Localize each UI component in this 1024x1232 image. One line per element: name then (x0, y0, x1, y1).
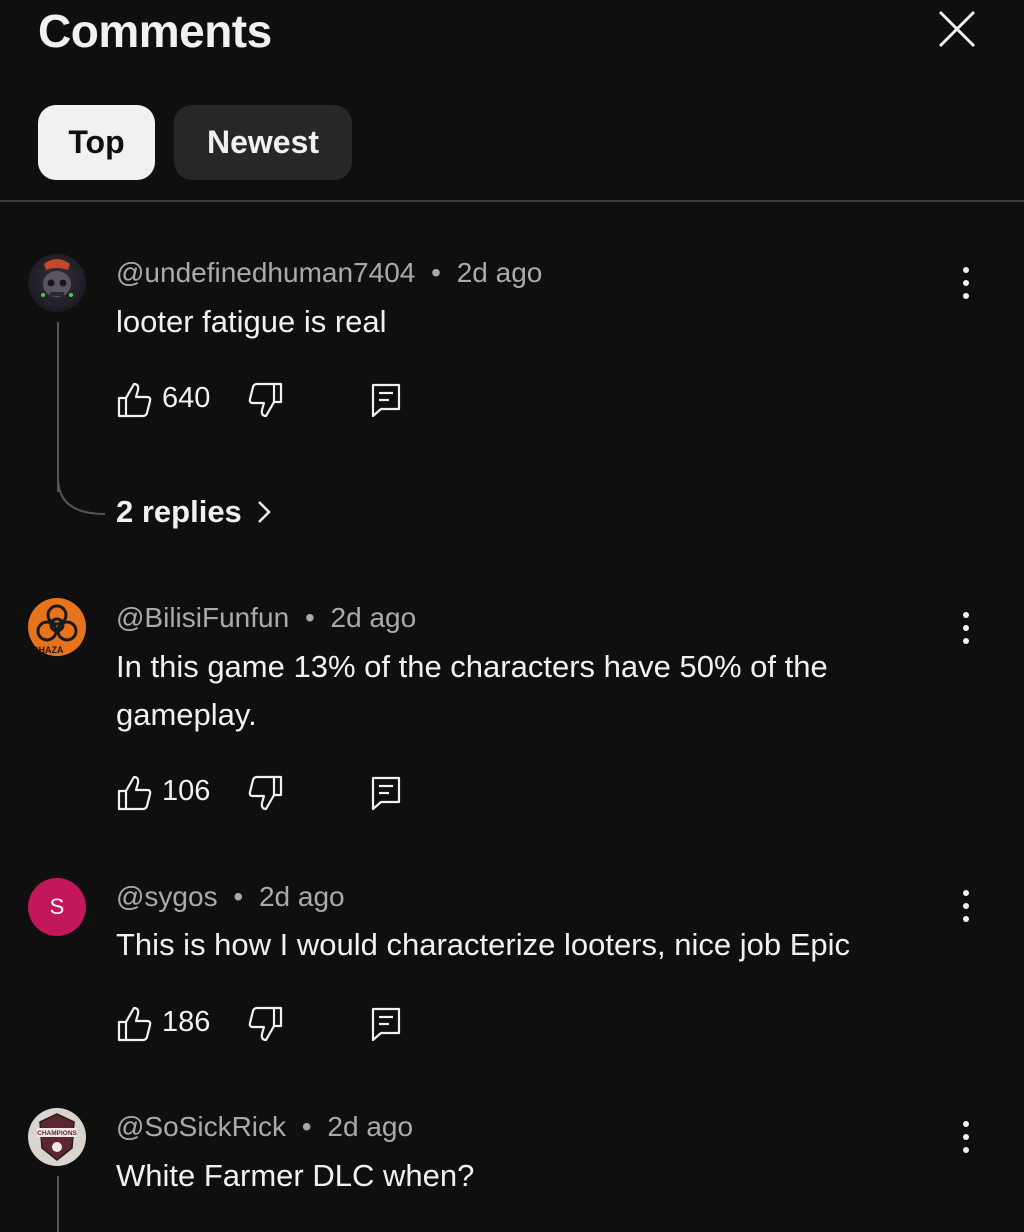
chevron-right-icon (257, 501, 271, 523)
comment-text: White Farmer DLC when? (116, 1158, 475, 1193)
comment-author[interactable]: @BilisiFunfun (116, 602, 289, 633)
avatar[interactable]: S (28, 878, 86, 936)
more-options-icon[interactable] (950, 609, 982, 649)
close-icon[interactable] (934, 6, 980, 52)
avatar-badge-text: BHAZA (32, 645, 64, 655)
avatar-letter: S (49, 894, 65, 919)
reply-icon[interactable] (370, 1004, 402, 1044)
comment-text: This is how I would characterize looters… (116, 927, 850, 962)
like-count: 106 (162, 775, 211, 807)
champions-badge-avatar-icon: CHAMPIONS (37, 1113, 78, 1161)
comment-author[interactable]: @undefinedhuman7404 (116, 257, 415, 288)
reply-icon[interactable] (370, 773, 402, 813)
skull-avatar-icon (41, 259, 73, 306)
reply-thread-line (57, 1176, 59, 1232)
more-options-icon[interactable] (950, 1118, 982, 1158)
thumbs-down-icon[interactable] (248, 380, 284, 420)
thumbs-up-icon[interactable] (116, 1004, 152, 1044)
avatar[interactable]: BHAZA (28, 598, 86, 656)
comment-meta: @undefinedhuman7404 • 2d ago (116, 257, 543, 288)
avatar[interactable]: CHAMPIONS (28, 1108, 86, 1166)
comments-header: Comments Top Newest (0, 0, 1024, 200)
comment-author[interactable]: @sygos (116, 881, 218, 912)
comment-text: In this game 13% of the characters have … (116, 649, 828, 732)
comment-meta: @sygos • 2d ago (116, 881, 345, 912)
comment-text: looter fatigue is real (116, 304, 387, 339)
more-options-icon[interactable] (950, 264, 982, 304)
comment-time: 2d ago (456, 257, 543, 288)
comment-time: 2d ago (327, 1111, 414, 1142)
thumbs-down-icon[interactable] (248, 773, 284, 813)
comment-actions: 106 (116, 773, 416, 813)
divider (0, 200, 1024, 202)
thread-curve (57, 478, 106, 515)
comment-time: 2d ago (258, 881, 345, 912)
panel-title: Comments (38, 5, 272, 57)
tab-newest[interactable]: Newest (174, 105, 352, 180)
biohazard-avatar-icon: BHAZA (28, 604, 86, 656)
comment-meta: @SoSickRick • 2d ago (116, 1111, 414, 1142)
like-count: 640 (162, 382, 211, 414)
comment-meta: @BilisiFunfun • 2d ago (116, 602, 417, 633)
more-options-icon[interactable] (950, 887, 982, 927)
avatar-badge-text: CHAMPIONS (37, 1130, 77, 1137)
avatar[interactable] (28, 254, 86, 312)
comment-author[interactable]: @SoSickRick (116, 1111, 286, 1142)
comment-actions: 640 (116, 380, 416, 420)
reply-thread-line (57, 322, 59, 492)
view-replies-link[interactable]: 2 replies (116, 494, 272, 530)
thumbs-down-icon[interactable] (248, 1004, 284, 1044)
like-count: 186 (162, 1006, 211, 1038)
reply-icon[interactable] (370, 380, 402, 420)
thumbs-up-icon[interactable] (116, 380, 152, 420)
thumbs-up-icon[interactable] (116, 773, 152, 813)
comment-actions: 186 (116, 1004, 416, 1044)
tab-top[interactable]: Top (38, 105, 155, 180)
comment-time: 2d ago (330, 602, 417, 633)
